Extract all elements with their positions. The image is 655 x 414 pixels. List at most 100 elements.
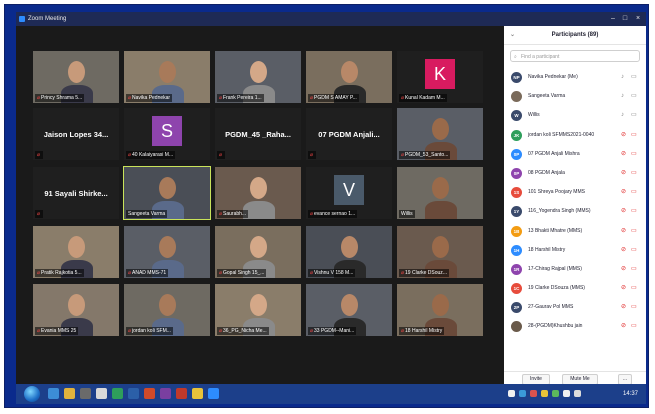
participant-avatar: V [334,175,364,205]
word-icon[interactable] [128,388,139,399]
minimize-button[interactable]: – [608,12,618,26]
video-tile[interactable]: ⌀PGDM S AMAY P... [306,51,392,103]
participant-row[interactable]: 1Y 116_Yogendra Singh (MMS) ⊘ ▭ [504,202,646,221]
excel-icon[interactable] [112,388,123,399]
app-icon[interactable] [96,388,107,399]
muted-mic-icon[interactable]: ⊘ [621,260,626,279]
participant-row[interactable]: JK jordan koli SFMMS2021-0040 ⊘ ▭ [504,126,646,145]
participant-name-label: ⌀jordan koli SFM... [126,327,173,335]
video-tile[interactable]: ⌀Saurabh... [215,167,301,219]
close-button[interactable]: × [633,12,643,26]
video-tile[interactable]: K ⌀Kunal Kadam M... [397,51,483,103]
video-tile[interactable]: ⌀Princy Shrama 5... [33,51,119,103]
chevron-down-icon[interactable]: ⌄ [510,26,515,44]
camera-icon[interactable]: ▭ [631,106,637,125]
video-tile[interactable]: ⌀PGDM_53_Santo... [397,108,483,160]
camera-off-icon[interactable]: ▭ [631,260,637,279]
participant-row[interactable]: 2P 27-Gaurav Pol MMS ⊘ ▭ [504,298,646,317]
participant-display-name: Jaison Lopes 34... [43,129,109,139]
camera-icon[interactable]: ▭ [631,68,637,87]
powerpoint-icon[interactable] [144,388,155,399]
video-tile[interactable]: ⌀19 Clarke DSouz... [397,226,483,278]
camera-off-icon[interactable]: ▭ [631,202,637,221]
muted-mic-icon[interactable]: ⊘ [621,241,626,260]
participant-row[interactable]: 1C 19 Clarke DSouza (MMS) ⊘ ▭ [504,279,646,298]
video-tile[interactable]: ⌀33 PGDM--Mani... [306,284,392,336]
muted-mic-icon[interactable]: ⊘ [621,317,626,336]
video-tile[interactable]: ⌀Pratik Rajkotia 5... [33,226,119,278]
maximize-button[interactable]: □ [620,12,630,26]
video-tile[interactable]: 07 PGDM Anjali... ⌀ [306,108,392,160]
camera-off-icon[interactable]: ▭ [631,241,637,260]
muted-mic-icon[interactable]: ⊘ [621,126,626,145]
mic-icon[interactable]: ♪ [621,106,624,125]
participant-row[interactable]: W Willis ♪ ▭ [504,106,646,125]
video-tile[interactable]: ⌀jordan koli SFM... [124,284,210,336]
camera-off-icon[interactable]: ▭ [631,298,637,317]
video-tile[interactable]: Sangeeta Varma [123,166,211,220]
participant-row[interactable]: 28-(PGDM)Khushbu jain ⊘ ▭ [504,317,646,336]
muted-mic-icon[interactable]: ⊘ [621,164,626,183]
person-video [68,236,85,258]
mic-icon[interactable]: ♪ [621,68,624,87]
tray-icon[interactable] [530,390,537,397]
participant-row[interactable]: 1H 18 Harshil Mistry ⊘ ▭ [504,241,646,260]
camera-off-icon[interactable]: ▭ [631,222,637,241]
tray-icon[interactable] [508,390,515,397]
video-tile[interactable]: ⌀Navika Pednekar [124,51,210,103]
participant-name: 19 Clarke DSouz... [405,270,447,276]
video-tile[interactable]: Jaison Lopes 34... ⌀ [33,108,119,160]
participant-name: 18 Harshil Mistry [405,328,443,334]
video-tile[interactable]: ⌀Vishnu V 158 M... [306,226,392,278]
network-icon[interactable] [574,390,581,397]
camera-off-icon[interactable]: ▭ [631,279,637,298]
muted-mic-icon[interactable]: ⊘ [621,145,626,164]
muted-mic-icon[interactable]: ⊘ [621,183,626,202]
onenote-icon[interactable] [160,388,171,399]
muted-mic-icon[interactable]: ⊘ [621,222,626,241]
camera-icon[interactable]: ▭ [631,87,637,106]
tray-icon[interactable] [552,390,559,397]
video-tile[interactable]: ⌀18 Harshil Mistry [397,284,483,336]
participant-row[interactable]: 1R 17-Chirag Rajpal (MMS) ⊘ ▭ [504,260,646,279]
muted-mic-icon: ⌀ [310,211,314,217]
ie-icon[interactable] [48,388,59,399]
mic-icon[interactable]: ♪ [621,87,624,106]
zoom-taskbar-icon[interactable] [208,388,219,399]
muted-mic-icon[interactable]: ⊘ [621,202,626,221]
camera-off-icon[interactable]: ▭ [631,145,637,164]
start-button[interactable] [24,386,40,402]
chrome-icon[interactable] [192,388,203,399]
app-icon[interactable] [80,388,91,399]
camera-off-icon[interactable]: ▭ [631,317,637,336]
participant-row[interactable]: 1B 13 Bhakti Mhatre (MMS) ⊘ ▭ [504,222,646,241]
video-tile[interactable]: ⌀Frank Pereira 1... [215,51,301,103]
video-tile[interactable]: V ⌀evance sernao 1... [306,167,392,219]
tray-icon[interactable] [519,390,526,397]
participant-row[interactable]: NP Navika Pednekar (Me) ♪ ▭ [504,68,646,87]
video-tile[interactable]: ⌀Gopal Singh 15_... [215,226,301,278]
folder-icon[interactable] [64,388,75,399]
video-tile[interactable]: Willis [397,167,483,219]
muted-mic-icon[interactable]: ⊘ [621,298,626,317]
participant-row[interactable]: Sangeeta Varma ♪ ▭ [504,87,646,106]
participant-row[interactable]: 0P 08 PGDM Anjala ⊘ ▭ [504,164,646,183]
tray-icon[interactable] [541,390,548,397]
camera-off-icon[interactable]: ▭ [631,183,637,202]
muted-mic-icon[interactable]: ⊘ [621,279,626,298]
video-tile[interactable]: ⌀ANAD MMS-71 [124,226,210,278]
video-tile[interactable]: PGDM_45 _Raha... ⌀ [215,108,301,160]
participant-search-input[interactable]: ⌕ Find a participant [510,50,640,62]
muted-mic-icon: ⌀ [37,95,41,101]
video-tile[interactable]: 91 Sayali Shirke... ⌀ [33,167,119,219]
video-tile[interactable]: S ⌀40 Kalaiyarasi M... [124,108,210,160]
muted-mic-icon: ⌀ [310,95,314,101]
volume-icon[interactable] [563,390,570,397]
video-tile[interactable]: ⌀Evania MMS 25 [33,284,119,336]
participant-row[interactable]: 1S 101 Shreya Poojary MMS ⊘ ▭ [504,183,646,202]
camera-off-icon[interactable]: ▭ [631,164,637,183]
participant-row[interactable]: 0P 07 PGDM Anjali Mishra ⊘ ▭ [504,145,646,164]
video-tile[interactable]: ⌀36_PG_Nicha Me... [215,284,301,336]
pdf-icon[interactable] [176,388,187,399]
camera-off-icon[interactable]: ▭ [631,126,637,145]
